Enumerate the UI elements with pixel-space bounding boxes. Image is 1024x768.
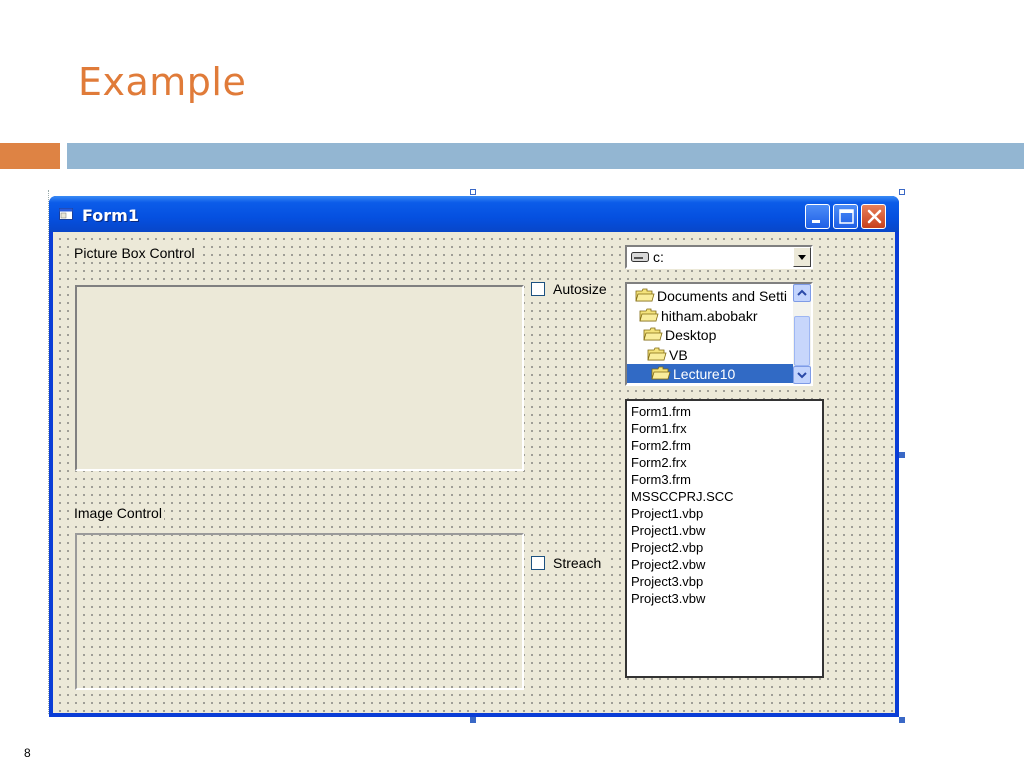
file-item[interactable]: Project3.vbp [631,573,703,590]
picture-box-label: Picture Box Control [72,245,197,261]
page-number: 8 [24,746,31,760]
autosize-checkbox-box[interactable] [531,282,545,296]
file-item[interactable]: Form2.frm [631,437,691,454]
form-icon [59,208,73,220]
file-item[interactable]: Form1.frm [631,403,691,420]
drive-list-box[interactable]: c: [625,245,813,269]
file-item[interactable]: Project2.vbw [631,556,705,573]
file-item[interactable]: MSSCCPRJ.SCC [631,488,734,505]
folder-open-icon [651,366,671,380]
dir-list-scrollbar[interactable] [793,284,811,384]
minimize-button[interactable] [805,204,830,229]
image-control[interactable] [75,533,524,690]
accent-bar-blue [67,143,1024,169]
picture-box[interactable] [75,285,524,471]
dir-item[interactable]: hitham.abobakr [639,306,758,325]
minimize-icon [812,220,820,223]
window-titlebar[interactable]: Form1 [49,196,899,232]
selection-handle-top[interactable] [470,189,476,195]
image-control-label: Image Control [72,505,164,521]
drive-list-value: c: [653,249,664,265]
file-item[interactable]: Form3.frm [631,471,691,488]
close-button[interactable] [861,204,886,229]
selection-handle-bottom[interactable] [470,717,476,723]
selection-handle-bottom-right[interactable] [899,717,905,723]
selection-handle-right[interactable] [899,452,905,458]
accent-bar-orange [0,143,60,169]
drive-icon [631,252,649,262]
dir-item[interactable]: Documents and Setti [635,286,787,305]
directory-list-box[interactable]: Documents and Setti hitham.abobakr Deskt… [625,282,813,386]
folder-open-icon [635,288,655,302]
file-list-box[interactable]: Form1.frm Form1.frx Form2.frm Form2.frx … [625,399,824,678]
window-title: Form1 [82,206,139,225]
autosize-checkbox[interactable]: Autosize [531,281,611,297]
close-icon [867,209,882,224]
maximize-button[interactable] [833,204,858,229]
chevron-up-icon [797,289,807,296]
maximize-icon [839,209,854,224]
dir-item-selected[interactable]: Lecture10 [627,364,793,383]
chevron-down-icon [798,255,806,260]
slide-title: Example [78,60,247,104]
dir-item[interactable]: Desktop [643,325,716,344]
selection-handle-top-right[interactable] [899,189,905,195]
file-item[interactable]: Form2.frx [631,454,687,471]
stretch-checkbox-label: Streach [553,555,602,571]
folder-open-icon [643,327,663,341]
chevron-down-icon [797,372,807,379]
form-design-surface[interactable]: Picture Box Control Autosize Image Contr… [53,232,895,713]
file-item[interactable]: Project2.vbp [631,539,703,556]
stretch-checkbox[interactable]: Streach [531,555,606,571]
file-item[interactable]: Project3.vbw [631,590,705,607]
form-window: Form1 Picture Box Control Autosize Image… [49,196,899,717]
folder-open-icon [639,308,659,322]
file-item[interactable]: Form1.frx [631,420,687,437]
scroll-thumb[interactable] [794,316,810,366]
drive-dropdown-button[interactable] [793,247,811,267]
scroll-down-button[interactable] [793,366,811,384]
autosize-checkbox-label: Autosize [553,281,607,297]
scroll-up-button[interactable] [793,284,811,302]
folder-open-icon [647,347,667,361]
file-item[interactable]: Project1.vbw [631,522,705,539]
file-item[interactable]: Project1.vbp [631,505,703,522]
stretch-checkbox-box[interactable] [531,556,545,570]
dir-item[interactable]: VB [647,345,688,364]
